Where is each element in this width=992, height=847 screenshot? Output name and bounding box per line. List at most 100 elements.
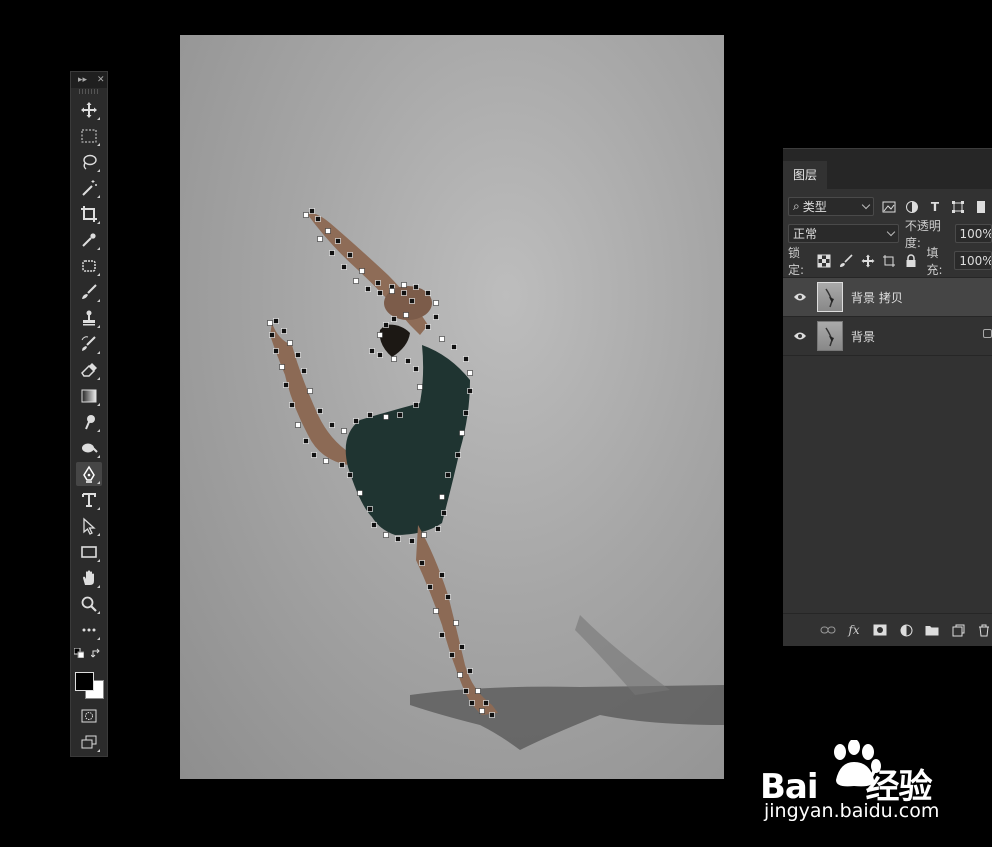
path-anchor-point[interactable]	[433, 300, 439, 306]
path-anchor-point[interactable]	[395, 536, 401, 542]
path-anchor-point[interactable]	[457, 672, 463, 678]
path-anchor-point[interactable]	[467, 370, 473, 376]
fill-input[interactable]: 100%	[954, 251, 992, 270]
path-anchor-point[interactable]	[325, 228, 331, 234]
path-anchor-point[interactable]	[317, 236, 323, 242]
path-anchor-point[interactable]	[463, 356, 469, 362]
pen-tool[interactable]	[76, 462, 102, 486]
path-anchor-point[interactable]	[459, 430, 465, 436]
path-anchor-point[interactable]	[295, 352, 301, 358]
path-anchor-point[interactable]	[403, 312, 409, 318]
path-anchor-point[interactable]	[323, 458, 329, 464]
screen-mode-button[interactable]	[76, 730, 102, 754]
path-anchor-point[interactable]	[391, 316, 397, 322]
path-anchor-point[interactable]	[273, 348, 279, 354]
path-anchor-point[interactable]	[371, 522, 377, 528]
path-anchor-point[interactable]	[307, 388, 313, 394]
path-anchor-point[interactable]	[377, 332, 383, 338]
marquee-tool[interactable]	[76, 124, 102, 148]
fx-icon[interactable]: fx	[846, 622, 862, 638]
path-anchor-point[interactable]	[441, 510, 447, 516]
path-anchor-point[interactable]	[295, 422, 301, 428]
swap-colors-icon[interactable]	[91, 648, 102, 659]
path-anchor-point[interactable]	[413, 366, 419, 372]
path-anchor-point[interactable]	[419, 560, 425, 566]
path-anchor-point[interactable]	[469, 700, 475, 706]
path-anchor-point[interactable]	[427, 584, 433, 590]
path-anchor-point[interactable]	[459, 644, 465, 650]
path-anchor-point[interactable]	[329, 250, 335, 256]
foreground-color[interactable]	[75, 672, 94, 691]
lock-artboard-icon[interactable]	[882, 253, 897, 269]
crop-tool[interactable]	[76, 202, 102, 226]
path-anchor-point[interactable]	[347, 472, 353, 478]
filter-kind-select[interactable]: ⌕ 类型	[788, 197, 874, 216]
path-anchor-point[interactable]	[479, 708, 485, 714]
path-anchor-point[interactable]	[453, 620, 459, 626]
dodge-tool[interactable]	[76, 436, 102, 460]
path-anchor-point[interactable]	[283, 382, 289, 388]
close-icon[interactable]: ✕	[97, 74, 105, 86]
path-anchor-point[interactable]	[329, 422, 335, 428]
path-anchor-point[interactable]	[425, 324, 431, 330]
rectangle-tool[interactable]	[76, 540, 102, 564]
adjustment-layer-icon[interactable]	[898, 622, 914, 638]
path-anchor-point[interactable]	[367, 506, 373, 512]
brush-tool[interactable]	[76, 280, 102, 304]
eraser-tool[interactable]	[76, 358, 102, 382]
path-anchor-point[interactable]	[397, 412, 403, 418]
tab-layers[interactable]: 图层	[783, 161, 828, 189]
link-layers-icon[interactable]	[820, 622, 836, 638]
new-layer-icon[interactable]	[950, 622, 966, 638]
eye-icon[interactable]	[789, 292, 811, 302]
path-anchor-point[interactable]	[463, 688, 469, 694]
layer-thumbnail[interactable]	[817, 321, 843, 351]
path-anchor-point[interactable]	[353, 418, 359, 424]
path-anchor-point[interactable]	[287, 340, 293, 346]
quick-mask-button[interactable]	[76, 704, 102, 728]
type-tool[interactable]	[76, 488, 102, 512]
path-anchor-point[interactable]	[413, 284, 419, 290]
gradient-tool[interactable]	[76, 384, 102, 408]
blur-tool[interactable]	[76, 410, 102, 434]
magic-wand-tool[interactable]	[76, 176, 102, 200]
path-anchor-point[interactable]	[273, 318, 279, 324]
path-anchor-point[interactable]	[267, 320, 273, 326]
panel-grip[interactable]	[79, 89, 99, 94]
path-anchor-point[interactable]	[439, 632, 445, 638]
layer-thumbnail[interactable]	[817, 282, 843, 312]
stamp-tool[interactable]	[76, 306, 102, 330]
path-anchor-point[interactable]	[463, 410, 469, 416]
path-anchor-point[interactable]	[439, 336, 445, 342]
path-anchor-point[interactable]	[341, 264, 347, 270]
path-anchor-point[interactable]	[413, 402, 419, 408]
path-anchor-point[interactable]	[375, 280, 381, 286]
default-colors-icon[interactable]	[74, 648, 84, 658]
layer-row-background-copy[interactable]: 背景 拷贝	[783, 278, 992, 317]
path-anchor-point[interactable]	[389, 288, 395, 294]
zoom-tool[interactable]	[76, 592, 102, 616]
path-anchor-point[interactable]	[311, 452, 317, 458]
path-anchor-point[interactable]	[439, 572, 445, 578]
lock-transparent-icon[interactable]	[817, 253, 832, 269]
path-anchor-point[interactable]	[353, 278, 359, 284]
opacity-input[interactable]: 100%	[954, 224, 992, 243]
path-anchor-point[interactable]	[425, 290, 431, 296]
path-anchor-point[interactable]	[421, 532, 427, 538]
path-anchor-point[interactable]	[489, 712, 495, 718]
path-selection-tool[interactable]	[76, 514, 102, 538]
history-brush-tool[interactable]	[76, 332, 102, 356]
eye-icon[interactable]	[789, 331, 811, 341]
hand-tool[interactable]	[76, 566, 102, 590]
path-anchor-point[interactable]	[335, 238, 341, 244]
path-anchor-point[interactable]	[365, 286, 371, 292]
lock-pixels-icon[interactable]	[839, 253, 854, 269]
path-anchor-point[interactable]	[367, 412, 373, 418]
filter-smart-object-icon[interactable]	[973, 199, 989, 215]
path-anchor-point[interactable]	[409, 538, 415, 544]
path-anchor-point[interactable]	[435, 526, 441, 532]
path-anchor-point[interactable]	[409, 298, 415, 304]
collapse-icon[interactable]: ▸▸	[78, 74, 87, 86]
filter-shape-icon[interactable]	[950, 199, 966, 215]
move-tool[interactable]	[76, 98, 102, 122]
